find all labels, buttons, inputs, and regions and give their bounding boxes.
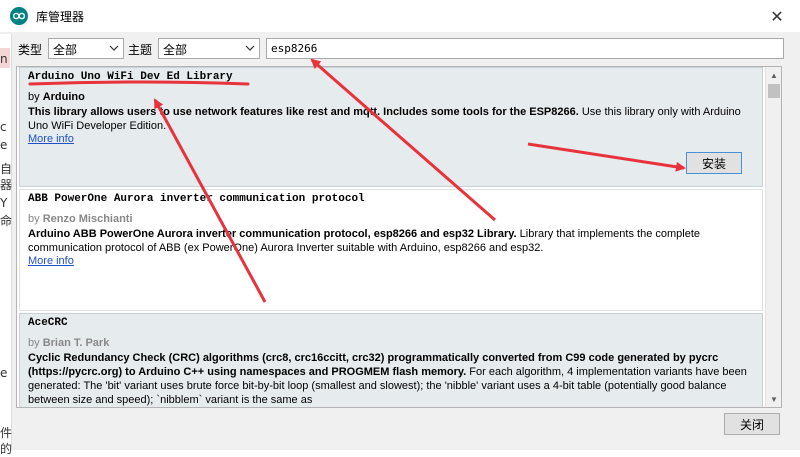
library-name: Arduino Uno WiFi Dev Ed Library: [28, 71, 233, 83]
library-list: Arduino Uno WiFi Dev Ed Library by Ardui…: [16, 66, 782, 408]
more-info-link[interactable]: More info: [28, 133, 74, 145]
background-fragment: 器: [0, 178, 13, 192]
scroll-up-icon[interactable]: ▲: [766, 67, 781, 83]
library-author: Brian T. Park: [42, 337, 110, 349]
more-info-link[interactable]: More info: [28, 255, 74, 267]
by-label: by: [28, 337, 40, 349]
library-name: AceCRC: [28, 317, 68, 329]
filter-bar: 类型 全部 主题 全部 esp8266: [18, 38, 788, 60]
background-fragment: e: [0, 366, 8, 380]
install-button[interactable]: 安装: [686, 152, 742, 174]
background-fragment: 件: [0, 426, 13, 440]
library-author-line: by Brian T. Park: [28, 337, 754, 349]
library-description: Cyclic Redundancy Check (CRC) algorithms…: [28, 351, 754, 407]
by-label: by: [28, 91, 40, 103]
background-editor-strip: [0, 34, 12, 450]
scroll-down-icon[interactable]: ▼: [766, 391, 781, 407]
library-entry[interactable]: AceCRC by Brian T. Park Cyclic Redundanc…: [19, 313, 763, 407]
topic-select-value: 全部: [163, 43, 188, 57]
background-fragment: Y: [0, 196, 8, 210]
close-button[interactable]: 关闭: [724, 413, 780, 435]
type-select[interactable]: 全部: [48, 38, 124, 59]
topic-label: 主题: [128, 43, 153, 57]
library-author-line: by Arduino: [28, 91, 754, 103]
library-author: Renzo Mischianti: [42, 213, 133, 225]
background-fragment: c: [0, 120, 7, 134]
background-fragment: 自: [0, 162, 13, 176]
library-manager-window: n c e 自 器 Y 命 e 件 的 库管理器 ✕ 类型 全部 主题 全部 e…: [0, 0, 800, 456]
library-entry[interactable]: Arduino Uno WiFi Dev Ed Library by Ardui…: [19, 67, 763, 187]
library-description: This library allows users to use network…: [28, 105, 754, 133]
topic-select[interactable]: 全部: [158, 38, 260, 59]
library-author-line: by Renzo Mischianti: [28, 213, 754, 225]
library-description: Arduino ABB PowerOne Aurora inverter com…: [28, 227, 754, 255]
chevron-down-icon: [109, 45, 119, 51]
window-title: 库管理器: [36, 10, 85, 24]
library-description-bold: Arduino ABB PowerOne Aurora inverter com…: [28, 228, 517, 240]
background-fragment: n: [0, 52, 8, 66]
library-description-bold: This library allows users to use network…: [28, 106, 579, 118]
by-label: by: [28, 213, 40, 225]
library-entry[interactable]: ABB PowerOne Aurora inverter communicati…: [19, 189, 763, 311]
vertical-scrollbar[interactable]: ▲ ▼: [765, 67, 781, 407]
scrollbar-thumb[interactable]: [768, 84, 780, 98]
background-fragment: e: [0, 138, 8, 152]
arduino-icon: [10, 7, 28, 25]
library-author: Arduino: [42, 91, 85, 103]
library-name: ABB PowerOne Aurora inverter communicati…: [28, 193, 365, 205]
title-bar: 库管理器 ✕: [0, 0, 800, 32]
window-close-icon[interactable]: ✕: [754, 0, 800, 32]
background-fragment: 的: [0, 442, 13, 456]
type-label: 类型: [18, 43, 43, 57]
search-input[interactable]: esp8266: [266, 38, 784, 59]
chevron-down-icon: [245, 45, 255, 51]
type-select-value: 全部: [53, 43, 78, 57]
background-fragment: 命: [0, 214, 13, 228]
